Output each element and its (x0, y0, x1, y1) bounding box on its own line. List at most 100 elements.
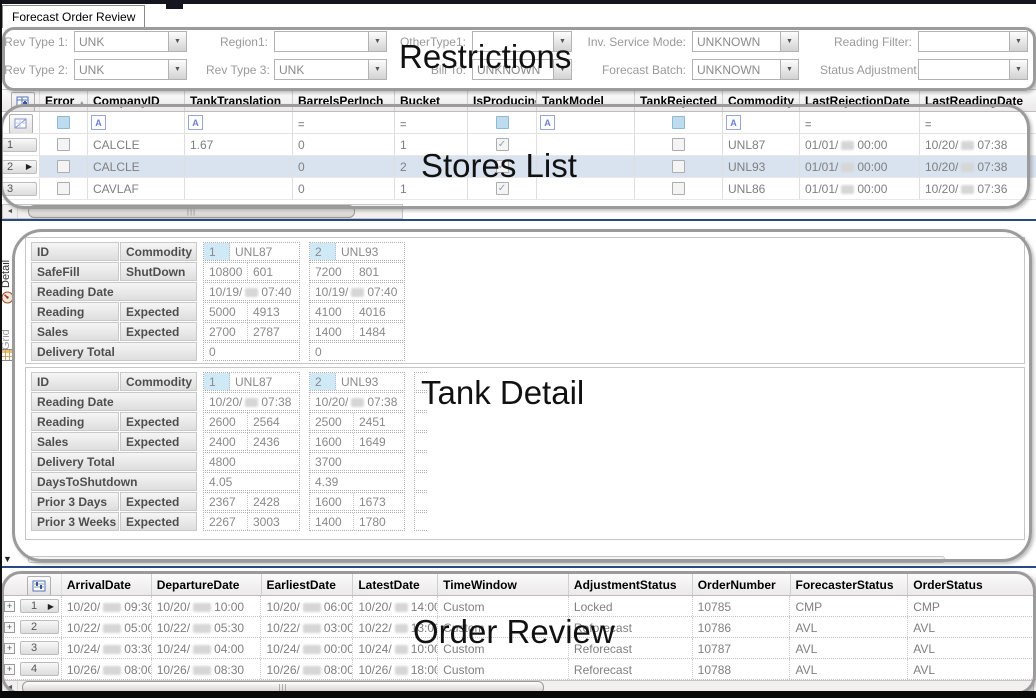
tank1-cell[interactable]: 26002564 (203, 412, 300, 431)
cell-timewindow[interactable]: Custom (438, 659, 569, 679)
cell-departuredate[interactable]: 10/24/04:00 (152, 638, 262, 658)
isproducing-checkbox[interactable] (468, 156, 537, 177)
expand-plus-icon[interactable]: + (4, 664, 15, 675)
expand-cell[interactable]: + (2, 659, 18, 679)
grid-settings-button[interactable] (27, 576, 51, 596)
cell-companyid[interactable]: CALCLE (88, 156, 185, 177)
filter-tankrejected[interactable] (635, 112, 723, 133)
cell-arrivaldate[interactable]: 10/24/03:30 (62, 638, 152, 658)
cell-ordernumber[interactable]: 10788 (693, 659, 791, 679)
cell-bucket[interactable]: 1 (395, 178, 468, 199)
error-checkbox[interactable] (40, 178, 88, 199)
splitter-stores-detail[interactable] (0, 219, 1036, 221)
column-header-orderstatus[interactable]: OrderStatus (908, 574, 1036, 595)
cell-earliestdate[interactable]: 10/22/03:00 (261, 617, 353, 637)
tank2-cell[interactable]: 41004016 (309, 302, 405, 321)
chevron-down-icon[interactable] (553, 32, 571, 51)
scroll-left-icon[interactable]: ◄ (3, 205, 18, 218)
orders-row-1[interactable]: + 1▶ 10/20/09:30 10/20/10:00 10/20/06:00… (2, 596, 1036, 617)
text-filter-icon[interactable] (540, 115, 555, 130)
cell-arrivaldate[interactable]: 10/22/05:00 (62, 617, 152, 637)
cell-timewindow[interactable]: Custom (438, 596, 569, 616)
row-header[interactable]: 1▶ (18, 596, 62, 616)
tankrejected-checkbox[interactable] (635, 134, 723, 155)
rev-type-1-combo[interactable]: UNK (74, 31, 187, 52)
chevron-down-icon[interactable] (168, 60, 186, 79)
column-header-error[interactable]: Error▲ (40, 90, 88, 111)
tank1-cell[interactable]: 10/20/07:38 (203, 392, 300, 411)
checkbox-filter-icon[interactable] (672, 116, 685, 129)
column-header-departuredate[interactable]: DepartureDate (152, 574, 262, 595)
cell-adjustmentstatus[interactable]: Locked (569, 596, 693, 616)
tank2-cell[interactable]: 3700 (309, 452, 405, 471)
column-header-companyid[interactable]: CompanyID (88, 90, 185, 111)
cell-latestdate[interactable]: 10/26/18:00 (353, 659, 438, 679)
cell-departuredate[interactable]: 10/22/05:30 (152, 617, 262, 637)
cell-commodity[interactable]: UNL93 (723, 156, 800, 177)
cell-tanktranslation[interactable] (185, 156, 293, 177)
filter-lastreadingdate[interactable] (920, 112, 1036, 133)
side-tab-detail[interactable]: Detail (0, 228, 14, 288)
column-header-tankrejected[interactable]: TankRejected (635, 90, 723, 111)
expand-cell[interactable]: + (2, 596, 18, 616)
column-header-isproducing[interactable]: IsProducing (468, 90, 537, 111)
filter-companyid[interactable] (88, 112, 185, 133)
filter-error[interactable] (40, 112, 88, 133)
cell-barrelsperinch[interactable]: 0 (293, 178, 395, 199)
region1-combo[interactable] (274, 31, 387, 52)
cell-departuredate[interactable]: 10/20/10:00 (152, 596, 262, 616)
column-header-tanktranslation[interactable]: TankTranslation (185, 90, 293, 111)
cell-earliestdate[interactable]: 10/26/08:00 (261, 659, 353, 679)
cell-arrivaldate[interactable]: 10/20/09:30 (62, 596, 152, 616)
cell-earliestdate[interactable]: 10/20/06:00 (261, 596, 353, 616)
cell-barrelsperinch[interactable]: 0 (293, 134, 395, 155)
text-filter-icon[interactable] (726, 115, 741, 130)
chevron-down-icon[interactable] (1009, 32, 1027, 51)
chevron-down-icon[interactable] (1009, 60, 1027, 79)
cell-latestdate[interactable]: 10/22/13:00 (353, 617, 438, 637)
row-header[interactable]: 2 (18, 617, 62, 637)
tank1-cell[interactable]: 10800601 (203, 262, 300, 281)
text-filter-icon[interactable] (188, 115, 203, 130)
stores-hscroll-thumb[interactable]: ||| (28, 205, 355, 218)
status-adjustment-combo[interactable] (918, 59, 1028, 80)
column-header-arrivaldate[interactable]: ArrivalDate (62, 574, 152, 595)
tank1-cell[interactable]: 23672428 (203, 492, 300, 511)
side-tab-grid[interactable]: Grid (0, 312, 14, 350)
tank2-cell[interactable]: 0 (309, 342, 405, 361)
tank1-cell[interactable]: 27002787 (203, 322, 300, 341)
cell-orderstatus[interactable]: AVL (908, 617, 1036, 637)
tankrejected-checkbox[interactable] (635, 156, 723, 177)
checkbox-filter-icon[interactable] (57, 116, 70, 129)
column-header-bucket[interactable]: Bucket (395, 90, 468, 111)
tank2-cell[interactable]: 14001484 (309, 322, 405, 341)
filter-lastrejectiondate[interactable] (800, 112, 920, 133)
cell-arrivaldate[interactable]: 10/26/08:00 (62, 659, 152, 679)
othertype1-combo[interactable] (472, 31, 572, 52)
grid-customize-button[interactable] (11, 92, 35, 112)
cell-forecasterstatus[interactable]: AVL (790, 659, 908, 679)
filter-tankmodel[interactable] (537, 112, 635, 133)
cell-commodity[interactable]: UNL87 (723, 134, 800, 155)
filter-isproducing[interactable] (468, 112, 537, 133)
cell-tankmodel[interactable] (537, 156, 635, 177)
cell-timewindow[interactable]: Custom (438, 617, 569, 637)
cell-tanktranslation[interactable]: 1.67 (185, 134, 293, 155)
column-header-earliestdate[interactable]: EarliestDate (262, 574, 354, 595)
cell-timewindow[interactable]: Custom (438, 638, 569, 658)
filter-tanktranslation[interactable] (185, 112, 293, 133)
cell-lastrejectiondate[interactable]: 01/01/00:00 (800, 156, 920, 177)
stores-row-3[interactable]: 3 CAVLAF 0 1 UNL86 01/01/00:00 10/20/07:… (0, 178, 1036, 200)
filter-commodity[interactable] (723, 112, 800, 133)
filter-bucket[interactable] (395, 112, 468, 133)
splitter-detail-orders[interactable] (0, 566, 1036, 568)
cell-ordernumber[interactable]: 10785 (693, 596, 791, 616)
orders-row-3[interactable]: + 3 10/24/03:30 10/24/04:00 10/24/00:00 … (2, 638, 1036, 659)
orders-row-2[interactable]: + 2 10/22/05:00 10/22/05:30 10/22/03:00 … (2, 617, 1036, 638)
tank1-cell[interactable]: 4800 (203, 452, 300, 471)
chevron-down-icon[interactable] (368, 32, 386, 51)
checkbox-filter-icon[interactable] (496, 116, 509, 129)
orders-row-4[interactable]: + 4 10/26/08:00 10/26/08:30 10/26/08:00 … (2, 659, 1036, 680)
error-checkbox[interactable] (40, 134, 88, 155)
cell-adjustmentstatus[interactable]: Reforecast (569, 617, 693, 637)
